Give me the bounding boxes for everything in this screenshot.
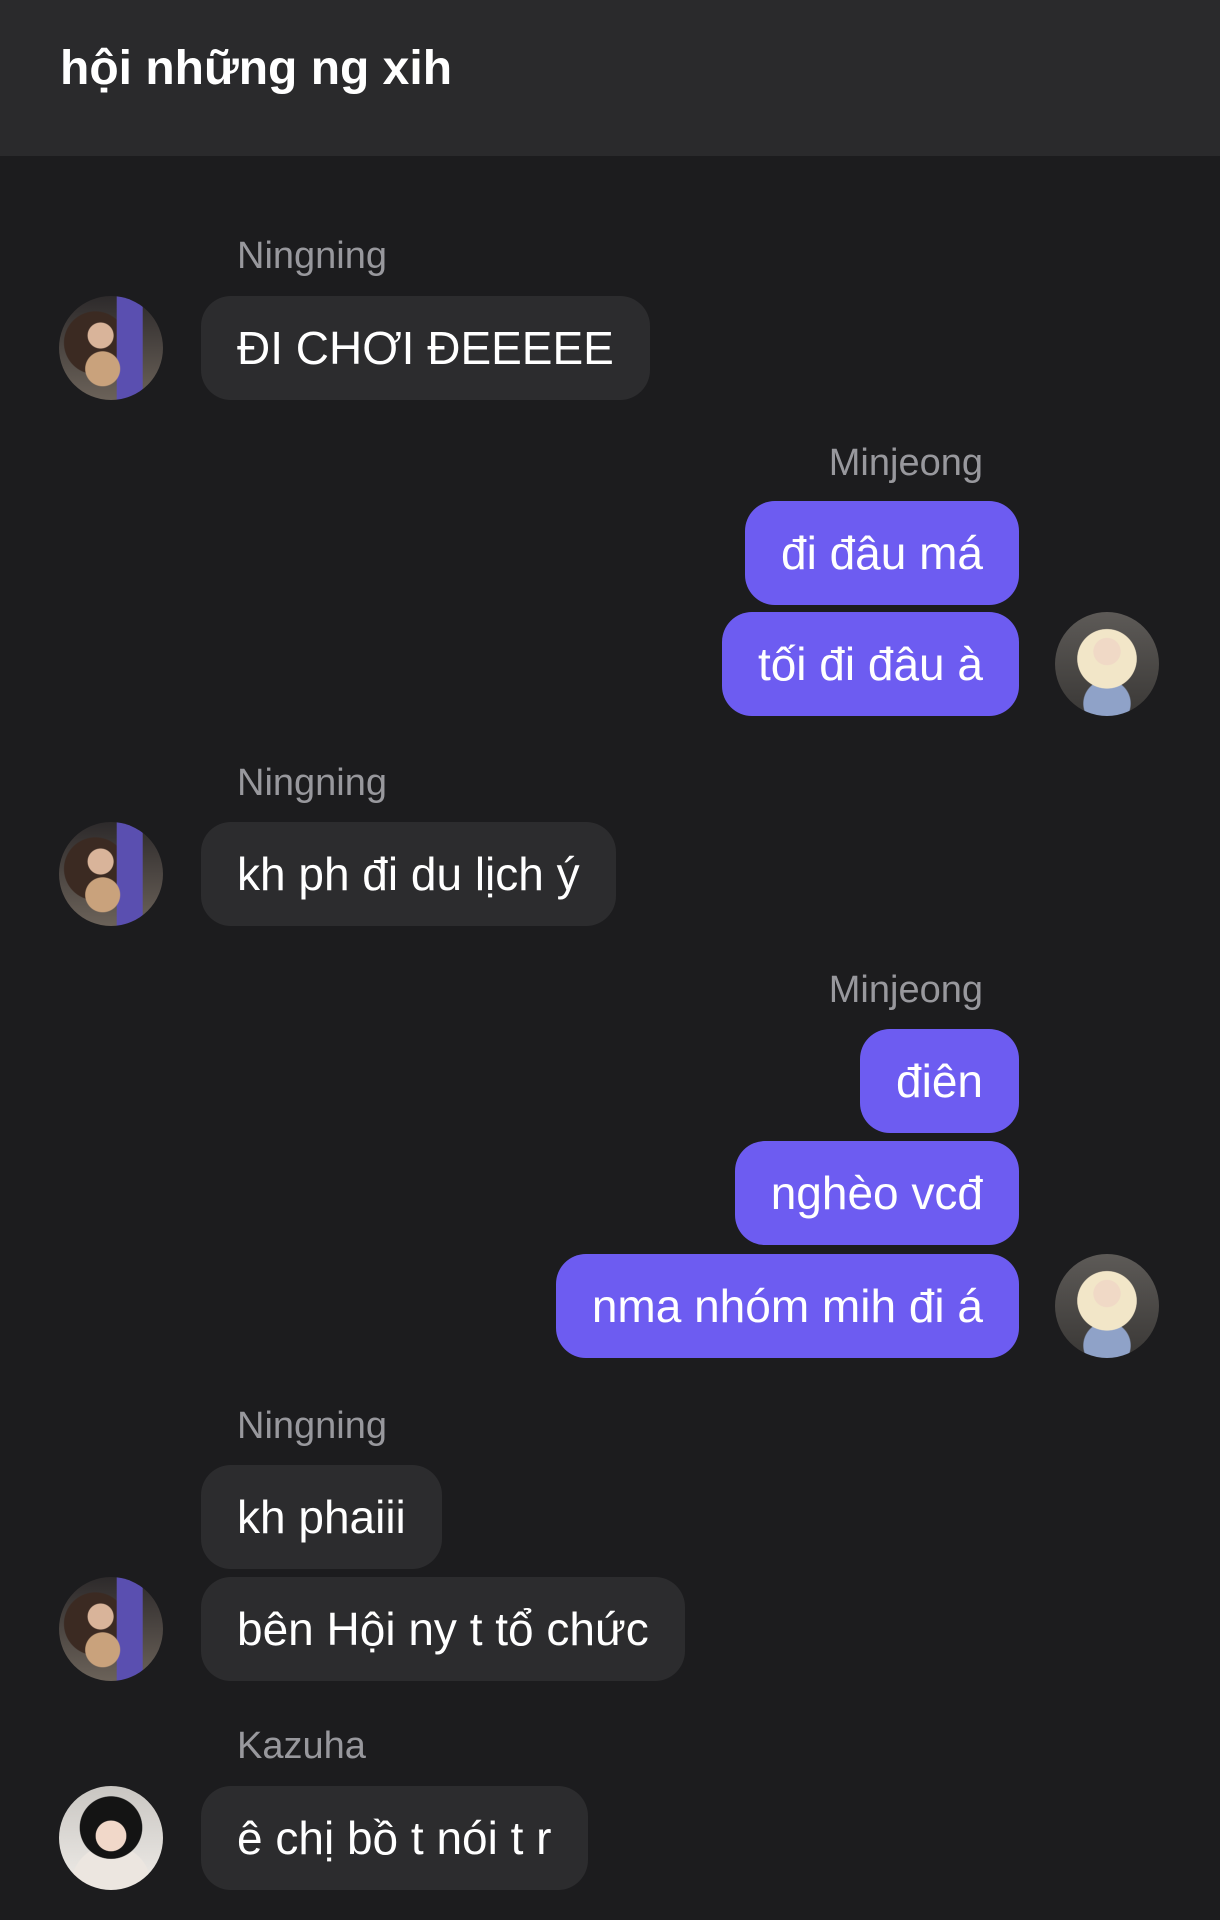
message-bubble-outgoing[interactable]: điên — [860, 1029, 1019, 1133]
chat-header: hội những ng xih — [0, 0, 1220, 156]
message-bubble-outgoing[interactable]: nghèo vcđ — [734, 1141, 1019, 1245]
avatar-ningning-icon[interactable] — [59, 822, 163, 926]
message-bubble-incoming[interactable]: kh ph đi du lịch ý — [201, 822, 616, 926]
message-bubble-outgoing[interactable]: đi đâu má — [744, 501, 1019, 605]
avatar-ningning-icon[interactable] — [59, 1577, 163, 1681]
sender-name: Ningning — [237, 762, 387, 804]
sender-name: Minjeong — [828, 442, 983, 484]
message-bubble-incoming[interactable]: ĐI CHƠI ĐEEEEE — [201, 296, 650, 400]
sender-name: Ningning — [237, 1405, 387, 1447]
chat-title: hội những ng xih — [60, 42, 453, 95]
avatar-minjeong-icon[interactable] — [1055, 1254, 1159, 1358]
message-bubble-outgoing[interactable]: tối đi đâu à — [721, 612, 1019, 716]
message-bubble-outgoing[interactable]: nma nhóm mih đi á — [555, 1254, 1019, 1358]
message-bubble-incoming[interactable]: kh phaiii — [201, 1465, 442, 1569]
message-bubble-incoming[interactable]: ê chị bồ t nói t r — [201, 1786, 588, 1890]
avatar-kazuha-icon[interactable] — [59, 1786, 163, 1890]
message-bubble-incoming[interactable]: bên Hội ny t tổ chức — [201, 1577, 685, 1681]
avatar-ningning-icon[interactable] — [59, 296, 163, 400]
message-list[interactable]: Ningning ĐI CHƠI ĐEEEEE Minjeong đi đâu … — [0, 156, 1220, 1920]
sender-name: Ningning — [237, 235, 387, 277]
sender-name: Minjeong — [828, 969, 983, 1011]
avatar-minjeong-icon[interactable] — [1055, 612, 1159, 716]
sender-name: Kazuha — [237, 1725, 366, 1767]
